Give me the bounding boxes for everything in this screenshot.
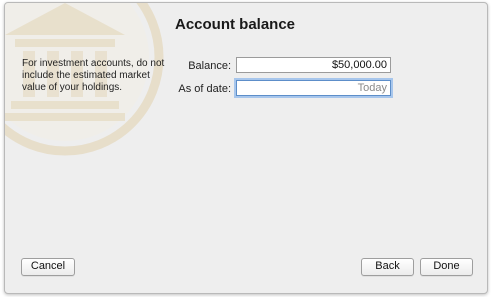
balance-label: Balance: xyxy=(188,60,231,72)
account-balance-dialog: Account balance For investment accounts,… xyxy=(4,2,488,294)
back-button[interactable]: Back xyxy=(361,258,414,276)
as-of-date-label: As of date: xyxy=(178,83,231,95)
dialog-title: Account balance xyxy=(175,16,296,33)
as-of-date-field[interactable] xyxy=(236,80,391,96)
investment-note: For investment accounts, do not include … xyxy=(22,58,165,93)
cancel-button[interactable]: Cancel xyxy=(21,258,75,276)
done-button[interactable]: Done xyxy=(420,258,473,276)
balance-field[interactable] xyxy=(236,57,391,73)
